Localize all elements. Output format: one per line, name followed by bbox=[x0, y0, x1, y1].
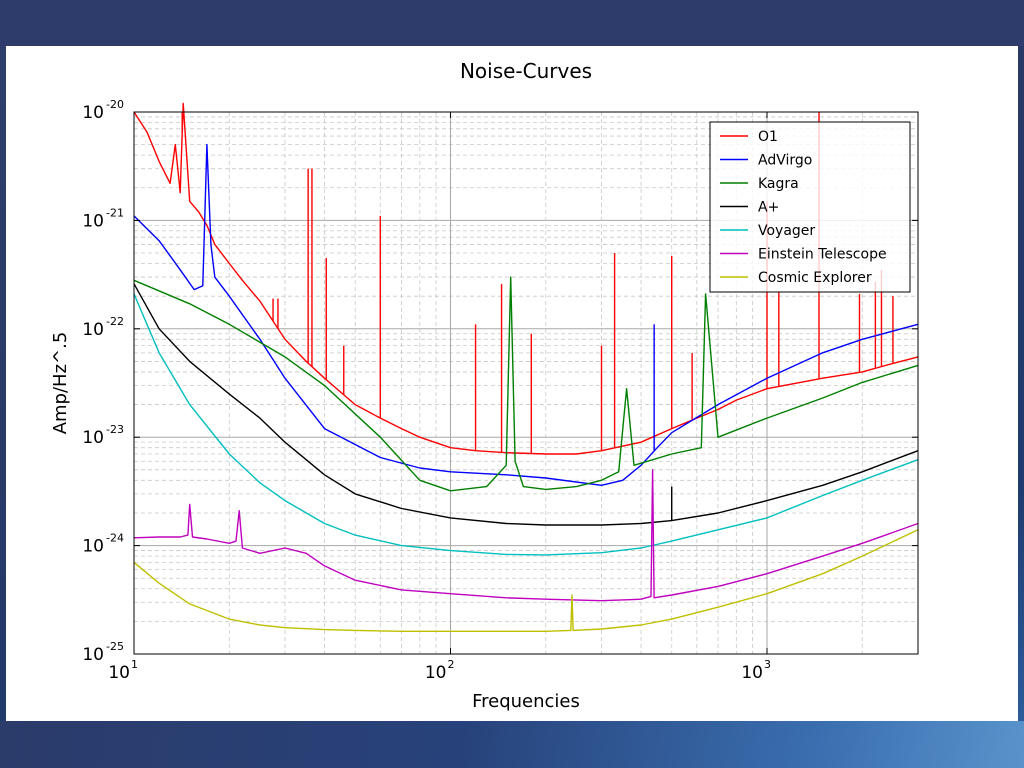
y-tick-label-base: 10 bbox=[82, 211, 104, 231]
x-tick-label-exponent: 1 bbox=[131, 658, 138, 671]
series-line-cosmic-explorer bbox=[133, 529, 919, 632]
legend-label-advirgo: AdVirgo bbox=[758, 153, 812, 169]
y-tick-label-base: 10 bbox=[82, 537, 104, 557]
y-tick-label-exponent: -23 bbox=[106, 423, 124, 436]
noise-curves-chart: Noise-Curves 10 1 10 2 10 310 -2510 -2410 -2310-… bbox=[50, 59, 919, 712]
x-tick-label-base: 10 bbox=[108, 663, 130, 683]
y-tick-label-exponent: -20 bbox=[106, 98, 124, 111]
x-tick-label-base: 10 bbox=[425, 663, 447, 683]
x-tick-label-exponent: 2 bbox=[447, 658, 454, 671]
x-tick-label-base: 10 bbox=[741, 663, 763, 683]
y-tick-label-exponent: -25 bbox=[106, 640, 124, 653]
y-tick-label-base: 10 bbox=[82, 428, 104, 448]
legend: O1 AdVirgo Kagra A+ Voyager Einstein Telescop… bbox=[709, 121, 911, 293]
legend-label-o1: O1 bbox=[758, 129, 778, 145]
legend-label-kagra: Kagra bbox=[758, 176, 799, 192]
series-line-voyager bbox=[133, 293, 919, 556]
y-tick-label-exponent: -21 bbox=[106, 206, 124, 219]
x-tick-label-exponent: 3 bbox=[764, 658, 771, 671]
y-tick-label-base: 10 bbox=[82, 645, 104, 665]
series-line-kagra bbox=[133, 276, 919, 492]
x-axis-label: Frequencies bbox=[472, 691, 580, 712]
y-tick-label-base: 10 bbox=[82, 320, 104, 340]
legend-label-a-: A+ bbox=[758, 200, 779, 216]
y-tick-label-base: 10 bbox=[82, 103, 104, 123]
legend-label-voyager: Voyager bbox=[758, 223, 815, 239]
y-tick-label-exponent: -24 bbox=[106, 532, 124, 545]
legend-label-einstein-telescope: Einstein Telescope bbox=[758, 247, 887, 263]
y-tick-label-exponent: -22 bbox=[106, 315, 124, 328]
legend-label-cosmic-explorer: Cosmic Explorer bbox=[758, 270, 872, 286]
chart-title: Noise-Curves bbox=[460, 59, 592, 83]
y-axis-label: Amp/Hz^.5 bbox=[50, 332, 71, 435]
